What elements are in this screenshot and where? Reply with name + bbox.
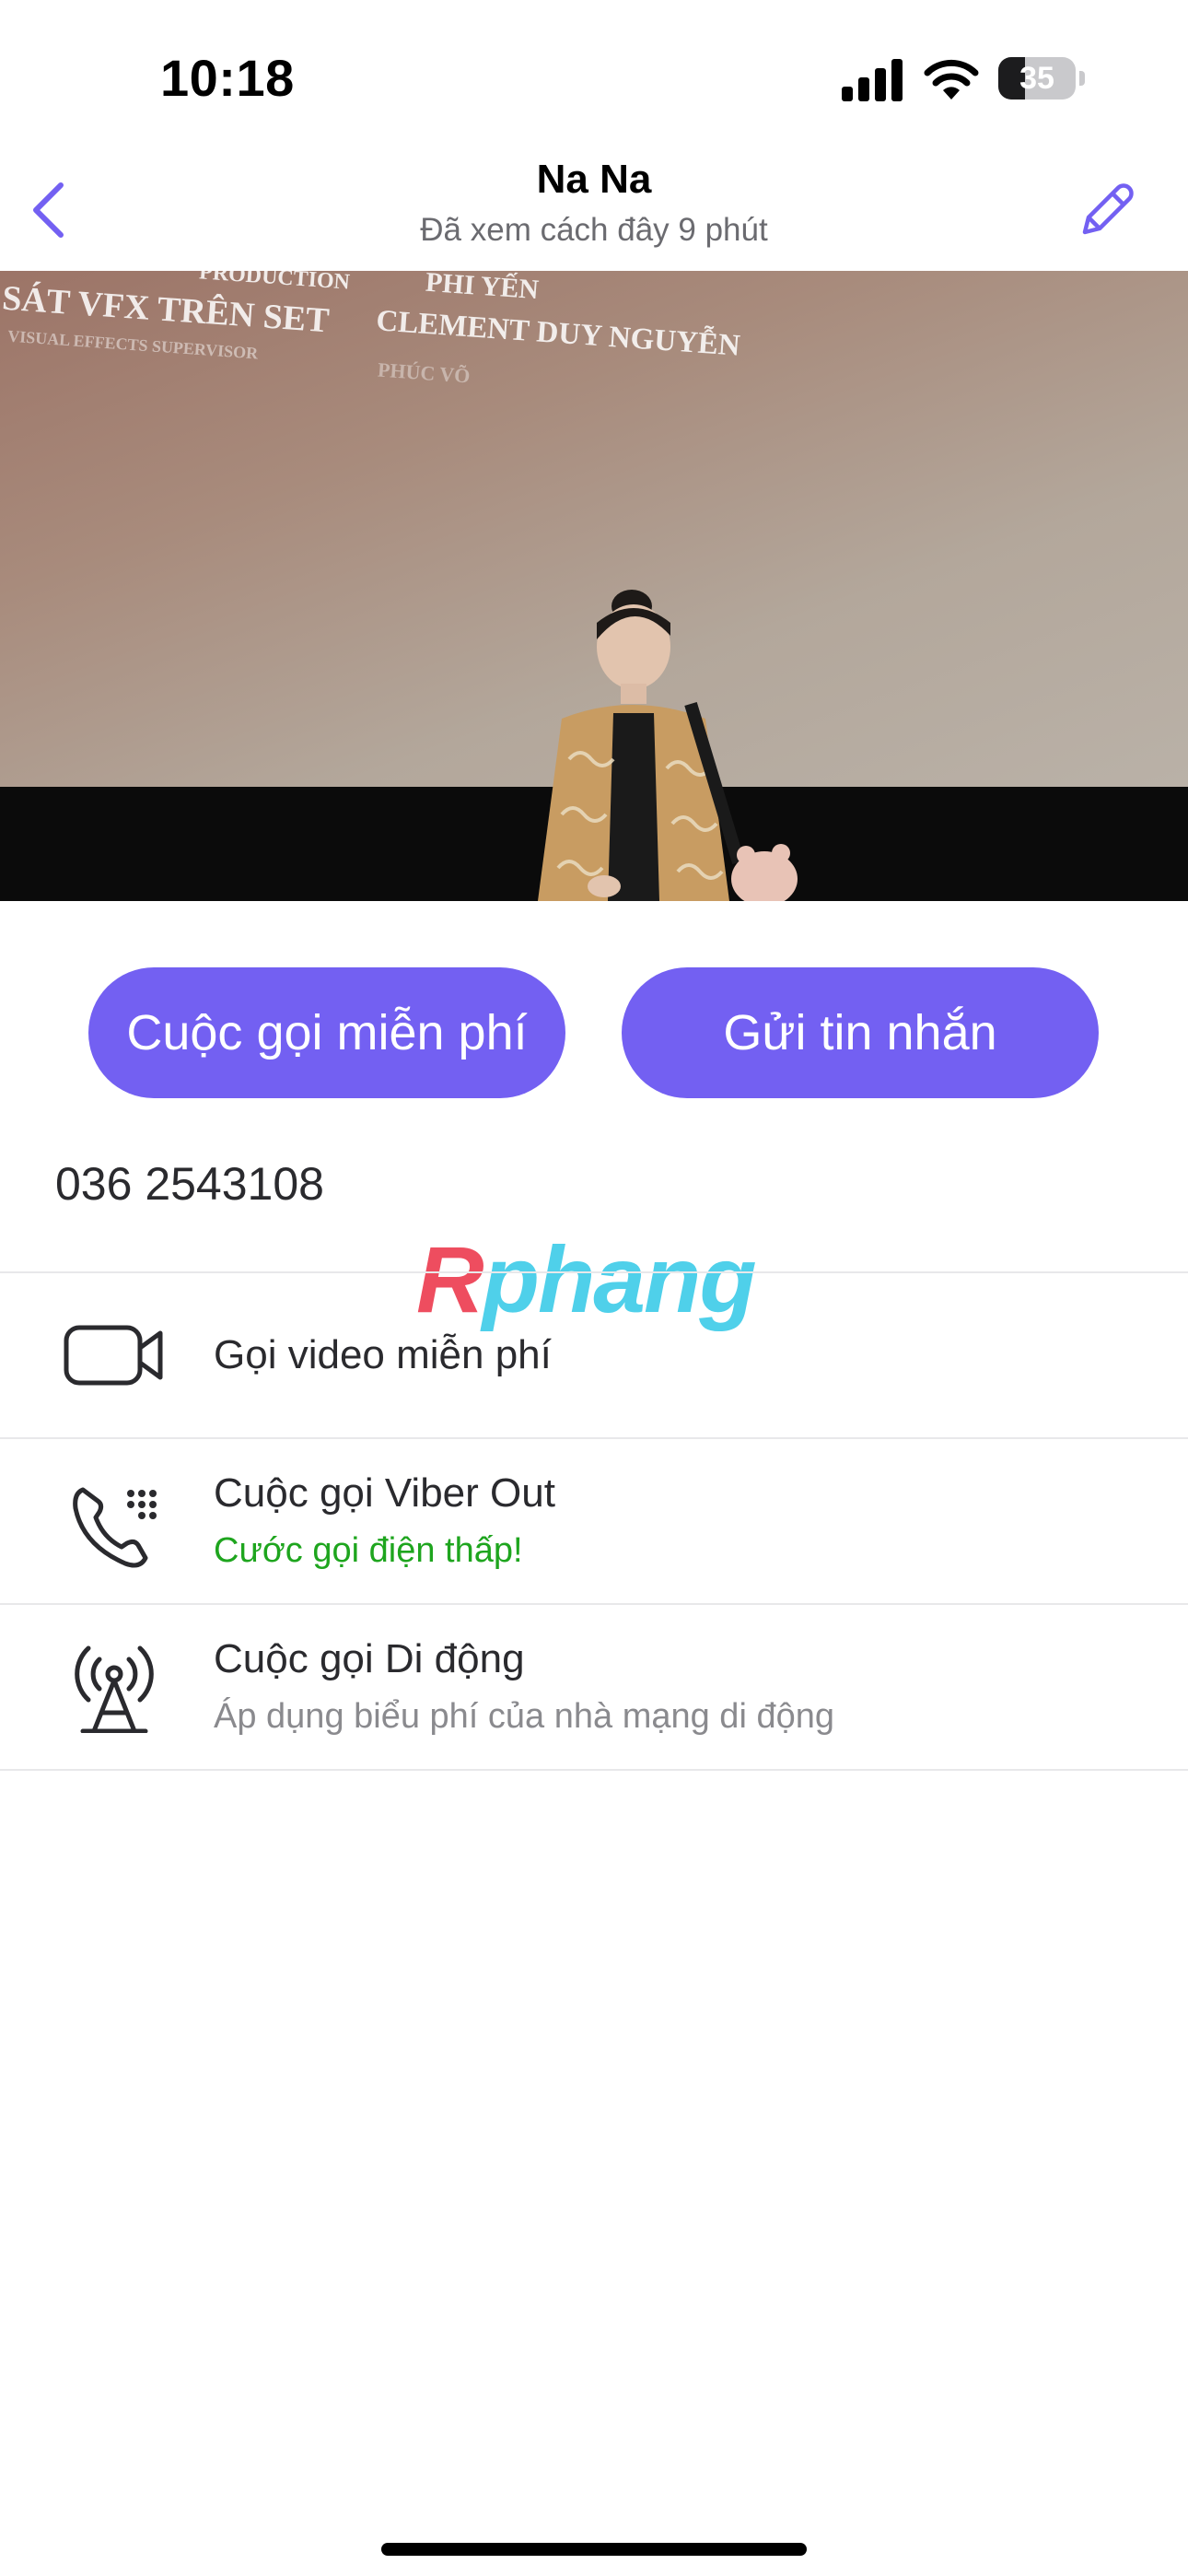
wifi-icon xyxy=(924,59,979,100)
divider xyxy=(0,1769,1188,1771)
option-subtitle: Áp dụng biểu phí của nhà mạng di động xyxy=(214,1697,834,1736)
option-viber-out-call[interactable]: Cuộc gọi Viber Out Cước gọi điện thấp! xyxy=(0,1439,1188,1603)
contact-name: Na Na xyxy=(536,157,652,202)
photo-credit-text: PHI YẾN xyxy=(425,271,541,306)
pencil-icon xyxy=(1082,183,1134,235)
option-subtitle: Cước gọi điện thấp! xyxy=(214,1531,523,1570)
option-title: Cuộc gọi Di động xyxy=(214,1636,525,1681)
cellular-signal-icon xyxy=(842,59,903,101)
option-title: Cuộc gọi Viber Out xyxy=(214,1470,555,1516)
option-mobile-call[interactable]: Cuộc gọi Di động Áp dụng biểu phí của nh… xyxy=(0,1605,1188,1769)
video-camera-icon xyxy=(61,1305,168,1406)
edit-button[interactable] xyxy=(1074,175,1140,245)
person-figure xyxy=(538,590,798,901)
battery-level: 35 xyxy=(1019,61,1054,96)
battery-icon: 35 xyxy=(998,57,1085,100)
photo-credit-text: PRODUCTION xyxy=(198,271,351,295)
last-seen-status: Đã xem cách đây 9 phút xyxy=(420,212,768,248)
phone-keypad-icon xyxy=(61,1476,168,1577)
option-title: Gọi video miễn phí xyxy=(214,1332,552,1377)
cover-photo[interactable]: PRODUCTION PHI YẾN SÁT VFX TRÊN SET VISU… xyxy=(0,271,1188,901)
cell-tower-icon xyxy=(61,1634,168,1736)
status-bar: 10:18 35 xyxy=(0,0,1188,147)
home-indicator[interactable] xyxy=(381,2543,807,2556)
option-video-call[interactable]: Gọi video miễn phí xyxy=(0,1273,1188,1437)
free-call-button[interactable]: Cuộc gọi miễn phí xyxy=(88,967,565,1098)
photo-credit-text: CLEMENT DUY NGUYỄN xyxy=(375,304,741,363)
nav-header: Na Na Đã xem cách đây 9 phút xyxy=(0,147,1188,271)
status-time: 10:18 xyxy=(160,49,295,107)
phone-number[interactable]: 036 2543108 xyxy=(55,1157,324,1211)
send-message-button[interactable]: Gửi tin nhắn xyxy=(622,967,1099,1098)
photo-credit-text: PHÚC VÕ xyxy=(377,357,472,388)
